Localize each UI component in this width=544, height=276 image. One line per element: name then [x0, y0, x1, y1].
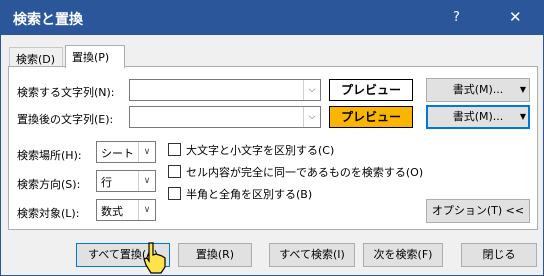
scope-chevron-down-icon[interactable]: ∨: [138, 142, 155, 162]
replace-label: 置換後の文字列(E):: [17, 113, 114, 126]
tab-find[interactable]: 検索(D): [9, 47, 63, 67]
replace-dropdown-arrow-icon[interactable]: ⌵: [303, 107, 320, 127]
scope-select[interactable]: シート ∨: [96, 141, 156, 163]
match-entire-checkbox[interactable]: セル内容が完全に同一であるものを検索する(O): [168, 164, 423, 180]
find-next-button[interactable]: 次を検索(F): [363, 243, 443, 267]
close-icon[interactable]: ✕: [509, 8, 522, 26]
help-button[interactable]: ?: [453, 10, 460, 25]
direction-label: 検索方向(S):: [17, 178, 81, 191]
find-dropdown-arrow-icon[interactable]: ⌵: [303, 80, 320, 100]
replace-format-preview: プレビュー: [329, 106, 413, 128]
replace-format-button[interactable]: 書式(M)... ▼: [426, 105, 530, 129]
close-button[interactable]: 閉じる: [461, 243, 537, 267]
match-byte-checkbox[interactable]: 半角と全角を区別する(B): [168, 186, 312, 202]
title-bar[interactable]: 検索と置換 ? ✕: [1, 1, 543, 35]
find-format-dropdown-icon[interactable]: ▼: [520, 79, 526, 101]
replace-button[interactable]: 置換(R): [178, 243, 252, 267]
options-toggle-button[interactable]: オプション(T) <<: [426, 199, 530, 223]
find-input[interactable]: ⌵: [129, 79, 321, 101]
target-chevron-down-icon[interactable]: ∨: [138, 200, 155, 220]
checkbox-box[interactable]: [168, 143, 181, 156]
find-all-button[interactable]: すべて検索(I): [269, 243, 355, 267]
find-label: 検索する文字列(N):: [17, 86, 115, 99]
find-format-preview: プレビュー: [329, 79, 413, 101]
target-label: 検索対象(L):: [17, 207, 80, 220]
replace-format-dropdown-icon[interactable]: ▼: [520, 106, 526, 128]
replace-input[interactable]: ⌵: [129, 106, 321, 128]
match-case-checkbox[interactable]: 大文字と小文字を区別する(C): [168, 142, 334, 158]
scope-label: 検索場所(H):: [17, 149, 82, 162]
target-select[interactable]: 数式 ∨: [96, 199, 156, 221]
find-replace-dialog: 検索と置換 ? ✕ 検索(D) 置換(P) 検索する文字列(N): ⌵ プレビュ…: [0, 0, 544, 276]
direction-chevron-down-icon[interactable]: ∨: [138, 171, 155, 191]
tab-replace[interactable]: 置換(P): [65, 45, 125, 68]
hand-cursor-icon: [143, 242, 166, 274]
find-format-button[interactable]: 書式(M)... ▼: [426, 78, 530, 102]
checkbox-box[interactable]: [168, 165, 181, 178]
checkbox-box[interactable]: [168, 187, 181, 200]
dialog-title: 検索と置換: [13, 12, 83, 28]
direction-select[interactable]: 行 ∨: [96, 170, 156, 192]
